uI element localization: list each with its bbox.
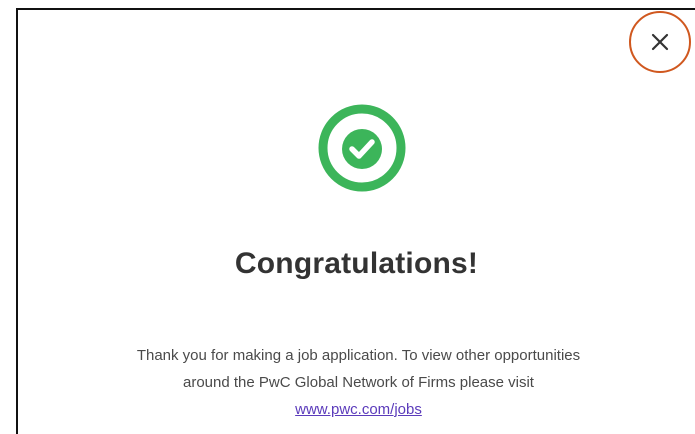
- close-button[interactable]: [629, 11, 691, 73]
- jobs-link[interactable]: www.pwc.com/jobs: [295, 401, 422, 418]
- check-circle-icon: [316, 102, 408, 194]
- message-line-1: Thank you for making a job application. …: [136, 347, 581, 364]
- dialog-message: Thank you for making a job application. …: [40, 342, 677, 423]
- dialog-border-top: [16, 8, 695, 10]
- close-icon[interactable]: [650, 32, 670, 52]
- message-link-line: www.pwc.com/jobs: [40, 396, 677, 423]
- dialog-border-left: [16, 8, 18, 434]
- message-line-2: around the PwC Global Network of Firms p…: [183, 374, 534, 391]
- dialog-title: Congratulations!: [234, 247, 479, 280]
- application-success-dialog: Congratulations! Thank you for making a …: [0, 0, 695, 434]
